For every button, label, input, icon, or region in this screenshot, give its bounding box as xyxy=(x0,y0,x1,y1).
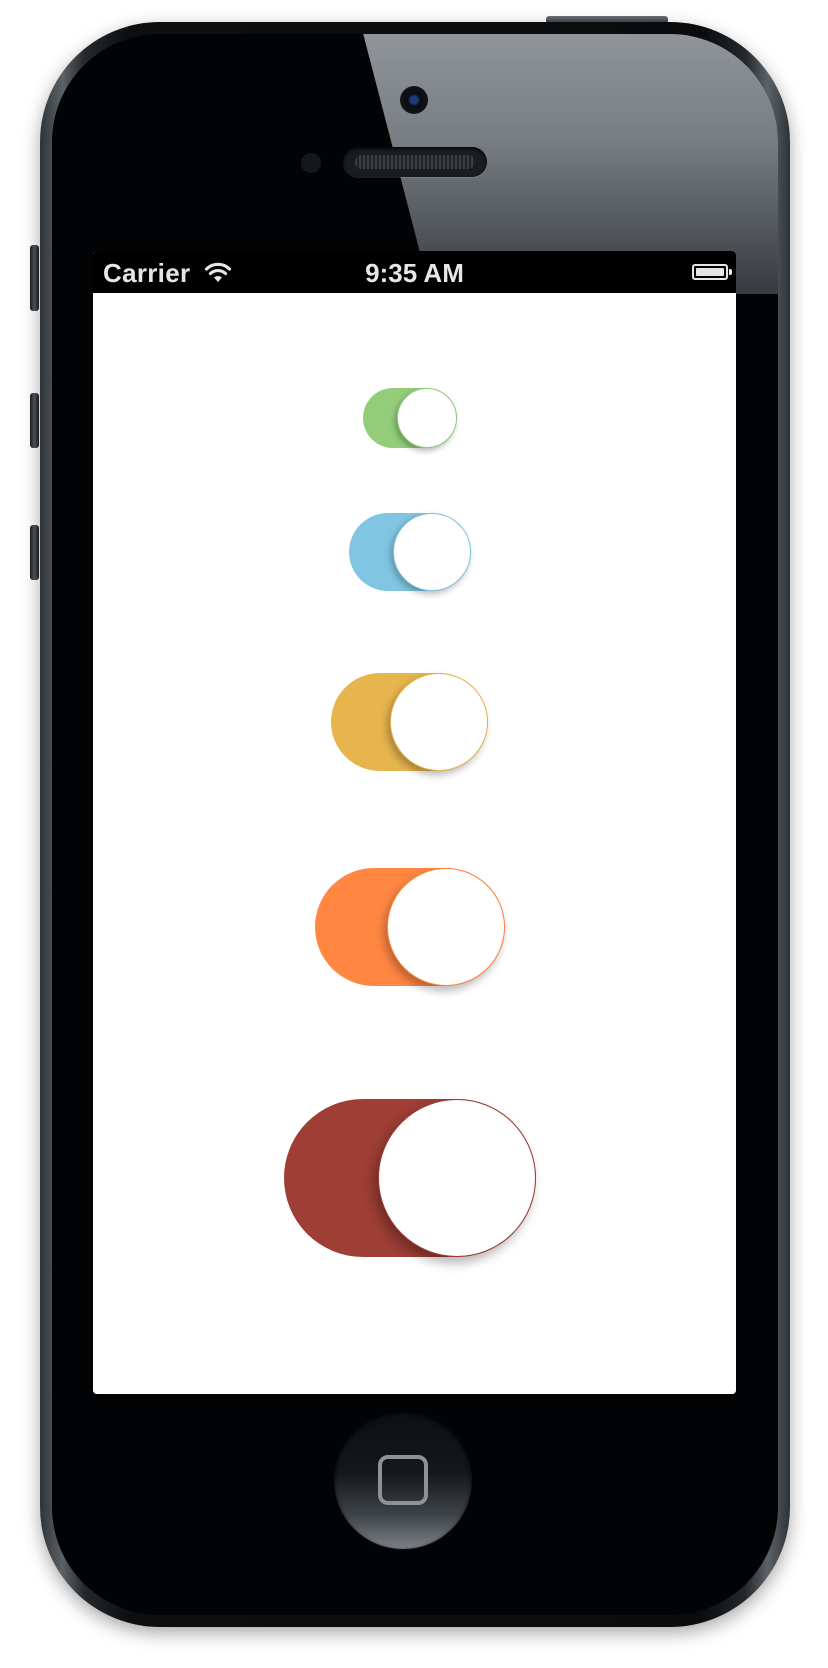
home-square-icon xyxy=(378,1455,428,1505)
toggle-switch-yellow[interactable] xyxy=(331,673,488,771)
home-button[interactable] xyxy=(334,1411,472,1549)
toggle-switch-red[interactable] xyxy=(284,1099,536,1257)
volume-down-button[interactable] xyxy=(30,525,39,580)
switch-knob-orange[interactable] xyxy=(387,868,505,986)
switch-knob-yellow[interactable] xyxy=(390,673,488,771)
battery-icon xyxy=(692,264,732,280)
front-camera xyxy=(400,86,428,114)
status-time: 9:35 AM xyxy=(365,258,464,288)
switch-knob-green[interactable] xyxy=(397,388,457,448)
switch-knob-red[interactable] xyxy=(378,1099,536,1257)
toggle-switch-orange[interactable] xyxy=(315,868,505,986)
stage: Carrier 9:35 AM xyxy=(0,0,828,1668)
volume-up-button[interactable] xyxy=(30,393,39,448)
toggle-switch-green[interactable] xyxy=(363,388,457,448)
screen: Carrier 9:35 AM xyxy=(93,251,736,1394)
proximity-sensor xyxy=(301,153,321,173)
switch-demo-view xyxy=(93,293,736,1394)
switch-knob-blue[interactable] xyxy=(393,513,471,591)
status-bar: Carrier 9:35 AM xyxy=(93,251,736,293)
earpiece-speaker xyxy=(343,147,487,177)
mute-switch[interactable] xyxy=(30,245,39,311)
toggle-switch-blue[interactable] xyxy=(349,513,471,591)
